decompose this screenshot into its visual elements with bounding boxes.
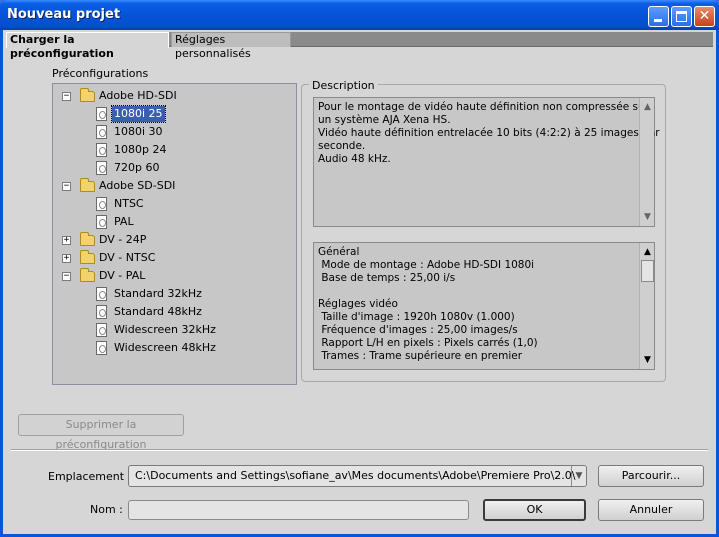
name-label: Nom : [90,503,123,516]
preset-file-icon [96,125,107,139]
preset-file-icon [96,305,107,319]
tree-folder-label: Adobe HD-SDI [99,89,177,102]
tree-item-label: 1080p 24 [114,143,167,156]
collapse-icon[interactable]: − [62,272,71,281]
ok-button[interactable]: OK [483,499,586,521]
folder-icon [80,250,95,264]
preset-file-icon [96,197,107,211]
folder-icon [80,88,95,102]
tree-item-label: PAL [114,215,134,228]
details-text: Général Mode de montage : Adobe HD-SDI 1… [318,246,538,362]
preset-file-icon [96,215,107,229]
maximize-button[interactable] [671,6,692,27]
close-button[interactable]: ✕ [694,6,715,27]
preset-tree[interactable]: − Adobe HD-SDI 1080i 25 1080i 30 1080p 2… [52,83,297,385]
tree-item-label: Widescreen 32kHz [114,323,216,336]
folder-icon [80,232,95,246]
chevron-down-icon[interactable]: ▼ [571,466,586,486]
collapse-icon[interactable]: − [62,92,71,101]
details-textbox[interactable]: Général Mode de montage : Adobe HD-SDI 1… [313,242,655,370]
maximize-icon [676,11,687,22]
tab-load-preset[interactable]: Charger la préconfiguration [6,32,169,60]
description-textbox[interactable]: Pour le montage de vidéo haute définitio… [313,97,660,227]
window-title: Nouveau projet [7,7,121,22]
tree-item-label: 720p 60 [114,161,160,174]
description-text: Pour le montage de vidéo haute définitio… [318,101,660,165]
preset-file-icon [96,107,107,121]
expand-icon[interactable]: + [62,236,71,245]
scroll-up-icon[interactable]: ▲ [641,100,654,114]
close-icon: ✕ [698,8,711,24]
preset-file-icon [96,341,107,355]
expand-icon[interactable]: + [62,254,71,263]
minimize-icon [654,19,662,22]
scroll-up-icon[interactable]: ▲ [641,245,654,259]
location-combobox[interactable]: C:\Documents and Settings\sofiane_av\Mes… [128,465,587,487]
preset-file-icon [96,323,107,337]
location-label: Emplacement : [48,470,132,483]
browse-button[interactable]: Parcourir... [598,465,704,487]
minimize-button[interactable] [648,6,669,27]
separator [11,449,708,451]
collapse-icon[interactable]: − [62,182,71,191]
tree-item-label: Standard 32kHz [114,287,202,300]
tree-folder-label: DV - 24P [99,233,147,246]
dialog-window: Nouveau projet ✕ Charger la préconfigura… [0,0,719,537]
details-scrollbar[interactable]: ▲ ▼ [639,243,654,369]
description-legend: Description [309,79,378,92]
scroll-down-icon[interactable]: ▼ [641,353,654,367]
tree-item-label: Standard 48kHz [114,305,202,318]
tree-folder-label: DV - PAL [99,269,146,282]
tab-custom-settings[interactable]: Réglages personnalisés [171,32,291,60]
title-bar[interactable]: Nouveau projet ✕ [0,0,719,30]
presets-label: Préconfigurations [52,67,149,80]
scroll-thumb[interactable] [641,260,654,282]
description-scrollbar[interactable]: ▲ ▼ [639,98,654,226]
tree-item-label: Widescreen 48kHz [114,341,216,354]
tree-item-label: 1080i 30 [114,125,163,138]
preset-file-icon [96,143,107,157]
scroll-down-icon[interactable]: ▼ [641,210,654,224]
tab-strip: Charger la préconfiguration Réglages per… [6,32,713,60]
tree-folder-label: DV - NTSC [99,251,156,264]
name-input[interactable] [128,500,469,520]
folder-icon [80,178,95,192]
dialog-client: Charger la préconfiguration Réglages per… [3,30,716,534]
tree-folder-label: Adobe SD-SDI [99,179,176,192]
folder-icon [80,268,95,282]
cancel-button[interactable]: Annuler [598,499,704,521]
preset-file-icon [96,161,107,175]
location-value: C:\Documents and Settings\sofiane_av\Mes… [135,469,576,482]
tree-item-label: 1080i 25 [111,105,166,123]
tree-item-label: NTSC [114,197,144,210]
preset-file-icon [96,287,107,301]
delete-preset-button[interactable]: Supprimer la préconfiguration [18,414,184,451]
